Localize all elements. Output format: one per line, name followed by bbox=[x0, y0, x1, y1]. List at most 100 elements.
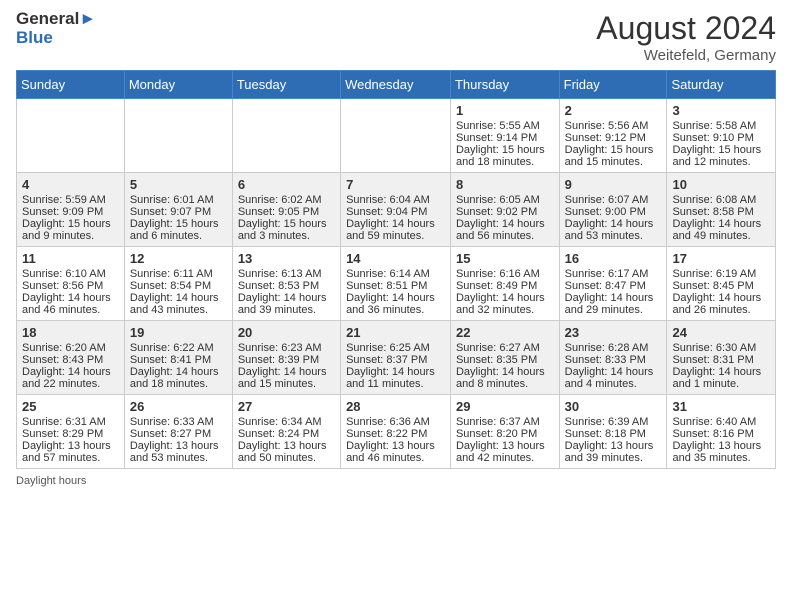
daylight: Daylight: 14 hours and 43 minutes. bbox=[130, 292, 227, 316]
calendar-cell: 10Sunrise: 6:08 AMSunset: 8:58 PMDayligh… bbox=[667, 173, 776, 247]
daylight: Daylight: 14 hours and 11 minutes. bbox=[346, 366, 445, 390]
day-number: 24 bbox=[672, 325, 770, 340]
sunset: Sunset: 8:27 PM bbox=[130, 428, 227, 440]
sunrise: Sunrise: 6:40 AM bbox=[672, 416, 770, 428]
day-number: 11 bbox=[22, 251, 119, 266]
sunrise: Sunrise: 6:20 AM bbox=[22, 342, 119, 354]
calendar-cell: 2Sunrise: 5:56 AMSunset: 9:12 PMDaylight… bbox=[559, 99, 667, 173]
day-number: 4 bbox=[22, 177, 119, 192]
daylight: Daylight: 14 hours and 46 minutes. bbox=[22, 292, 119, 316]
sunrise: Sunrise: 6:19 AM bbox=[672, 268, 770, 280]
month-year: August 2024 bbox=[596, 10, 776, 47]
day-number: 7 bbox=[346, 177, 445, 192]
calendar-cell: 30 Sunrise: 6:39 AMSunset: 8:18 PMDayligh… bbox=[559, 395, 667, 469]
calendar-week-row: 18Sunrise: 6:20 AMSunset: 8:43 PMDayligh… bbox=[17, 321, 776, 395]
calendar-cell: 13Sunrise: 6:13 AMSunset: 8:53 PMDayligh… bbox=[232, 247, 340, 321]
daylight: Daylight: 15 hours and 18 minutes. bbox=[456, 144, 554, 168]
daylight: Daylight: 14 hours and 22 minutes. bbox=[22, 366, 119, 390]
daylight: Daylight: 13 hours and 42 minutes. bbox=[456, 440, 554, 464]
sunrise: Sunrise: 6:10 AM bbox=[22, 268, 119, 280]
sunrise: Sunrise: 6:04 AM bbox=[346, 194, 445, 206]
calendar-cell: 23Sunrise: 6:28 AMSunset: 8:33 PMDayligh… bbox=[559, 321, 667, 395]
calendar-cell: 21Sunrise: 6:25 AMSunset: 8:37 PMDayligh… bbox=[341, 321, 451, 395]
col-sunday: Sunday bbox=[17, 71, 125, 99]
calendar-cell: 20 Sunrise: 6:23 AMSunset: 8:39 PMDayligh… bbox=[232, 321, 340, 395]
day-number: 19 bbox=[130, 325, 227, 340]
sunrise: Sunrise: 6:07 AM bbox=[565, 194, 662, 206]
sunrise: Sunrise: 6:11 AM bbox=[130, 268, 227, 280]
sunrise: Sunrise: 6:39 AM bbox=[565, 416, 662, 428]
daylight: Daylight: 14 hours and 56 minutes. bbox=[456, 218, 554, 242]
calendar-cell: 18Sunrise: 6:20 AMSunset: 8:43 PMDayligh… bbox=[17, 321, 125, 395]
calendar-week-row: 25 Sunrise: 6:31 AMSunset: 8:29 PM Dayligh… bbox=[17, 395, 776, 469]
sunrise: Sunrise: 6:14 AM bbox=[346, 268, 445, 280]
day-number: 9 bbox=[565, 177, 662, 192]
sunset: Sunset: 9:02 PM bbox=[456, 206, 554, 218]
sunrise: Sunrise: 6:13 AM bbox=[238, 268, 335, 280]
sunrise: Sunrise: 6:16 AM bbox=[456, 268, 554, 280]
calendar-cell: 7Sunrise: 6:04 AMSunset: 9:04 PMDaylight… bbox=[341, 173, 451, 247]
sunrise: Sunrise: 6:02 AM bbox=[238, 194, 335, 206]
footnote: Daylight hours bbox=[16, 475, 776, 487]
sunset: Sunset: 8:41 PM bbox=[130, 354, 227, 366]
day-number: 26 bbox=[130, 399, 227, 414]
daylight: Daylight: 15 hours and 15 minutes. bbox=[565, 144, 662, 168]
calendar-week-row: 11Sunrise: 6:10 AMSunset: 8:56 PMDayligh… bbox=[17, 247, 776, 321]
calendar-cell: 11 Sunrise: 6:10 AMSunset: 8:56 PMDayligh… bbox=[17, 247, 125, 321]
day-number: 18 bbox=[22, 325, 119, 340]
daylight: Daylight: 14 hours and 15 minutes. bbox=[238, 366, 335, 390]
calendar-cell: 3Sunrise: 5:58 AMSunset: 9:10 PMDaylight… bbox=[667, 99, 776, 173]
logo: General► Blue bbox=[16, 10, 96, 47]
calendar-cell: 19Sunrise: 6:22 AMSunset: 8:41 PMDayligh… bbox=[124, 321, 232, 395]
sunset: Sunset: 9:12 PM bbox=[565, 132, 662, 144]
sunrise: Sunrise: 6:08 AM bbox=[672, 194, 770, 206]
col-tuesday: Tuesday bbox=[232, 71, 340, 99]
sunset: Sunset: 8:39 PM bbox=[238, 354, 335, 366]
sunset: Sunset: 8:33 PM bbox=[565, 354, 662, 366]
day-number: 28 bbox=[346, 399, 445, 414]
sunrise: Sunrise: 6:30 AM bbox=[672, 342, 770, 354]
day-number: 27 bbox=[238, 399, 335, 414]
daylight: Daylight: 14 hours and 59 minutes. bbox=[346, 218, 445, 242]
day-number: 20 bbox=[238, 325, 335, 340]
daylight: Daylight: 14 hours and 1 minute. bbox=[672, 366, 770, 390]
daylight: Daylight: 14 hours and 36 minutes. bbox=[346, 292, 445, 316]
daylight: Daylight: 13 hours and 39 minutes. bbox=[565, 440, 662, 464]
sunrise: Sunrise: 6:34 AM bbox=[238, 416, 335, 428]
daylight: Daylight: 13 hours and 46 minutes. bbox=[346, 440, 445, 464]
daylight: Daylight: 15 hours and 3 minutes. bbox=[238, 218, 335, 242]
sunrise: Sunrise: 6:27 AM bbox=[456, 342, 554, 354]
sunset: Sunset: 8:45 PM bbox=[672, 280, 770, 292]
daylight: Daylight: 13 hours and 35 minutes. bbox=[672, 440, 770, 464]
sunset: Sunset: 8:29 PM bbox=[22, 428, 119, 440]
sunset: Sunset: 8:22 PM bbox=[346, 428, 445, 440]
daylight: Daylight: 15 hours and 9 minutes. bbox=[22, 218, 119, 242]
calendar-cell: 4Sunrise: 5:59 AMSunset: 9:09 PMDaylight… bbox=[17, 173, 125, 247]
sunset: Sunset: 9:09 PM bbox=[22, 206, 119, 218]
sunset: Sunset: 8:54 PM bbox=[130, 280, 227, 292]
day-number: 22 bbox=[456, 325, 554, 340]
sunrise: Sunrise: 6:23 AM bbox=[238, 342, 335, 354]
col-monday: Monday bbox=[124, 71, 232, 99]
day-number: 13 bbox=[238, 251, 335, 266]
page-header: General► Blue August 2024 Weitefeld, Ger… bbox=[16, 10, 776, 64]
sunset: Sunset: 8:56 PM bbox=[22, 280, 119, 292]
calendar-cell: 1Sunrise: 5:55 AMSunset: 9:14 PMDaylight… bbox=[450, 99, 559, 173]
calendar-cell: 14Sunrise: 6:14 AMSunset: 8:51 PMDayligh… bbox=[341, 247, 451, 321]
calendar-cell: 27Sunrise: 6:34 AMSunset: 8:24 PMDayligh… bbox=[232, 395, 340, 469]
day-number: 25 bbox=[22, 399, 119, 414]
day-number: 3 bbox=[672, 103, 770, 118]
sunrise: Sunrise: 5:55 AM bbox=[456, 120, 554, 132]
calendar-week-row: 4Sunrise: 5:59 AMSunset: 9:09 PMDaylight… bbox=[17, 173, 776, 247]
sunset: Sunset: 8:58 PM bbox=[672, 206, 770, 218]
daylight: Daylight: 15 hours and 6 minutes. bbox=[130, 218, 227, 242]
location: Weitefeld, Germany bbox=[596, 47, 776, 64]
sunset: Sunset: 8:18 PM bbox=[565, 428, 662, 440]
sunset: Sunset: 8:51 PM bbox=[346, 280, 445, 292]
sunrise: Sunrise: 6:31 AM bbox=[22, 416, 119, 428]
sunrise: Sunrise: 6:01 AM bbox=[130, 194, 227, 206]
calendar-cell bbox=[232, 99, 340, 173]
day-number: 30 bbox=[565, 399, 662, 414]
day-number: 15 bbox=[456, 251, 554, 266]
calendar-cell bbox=[341, 99, 451, 173]
